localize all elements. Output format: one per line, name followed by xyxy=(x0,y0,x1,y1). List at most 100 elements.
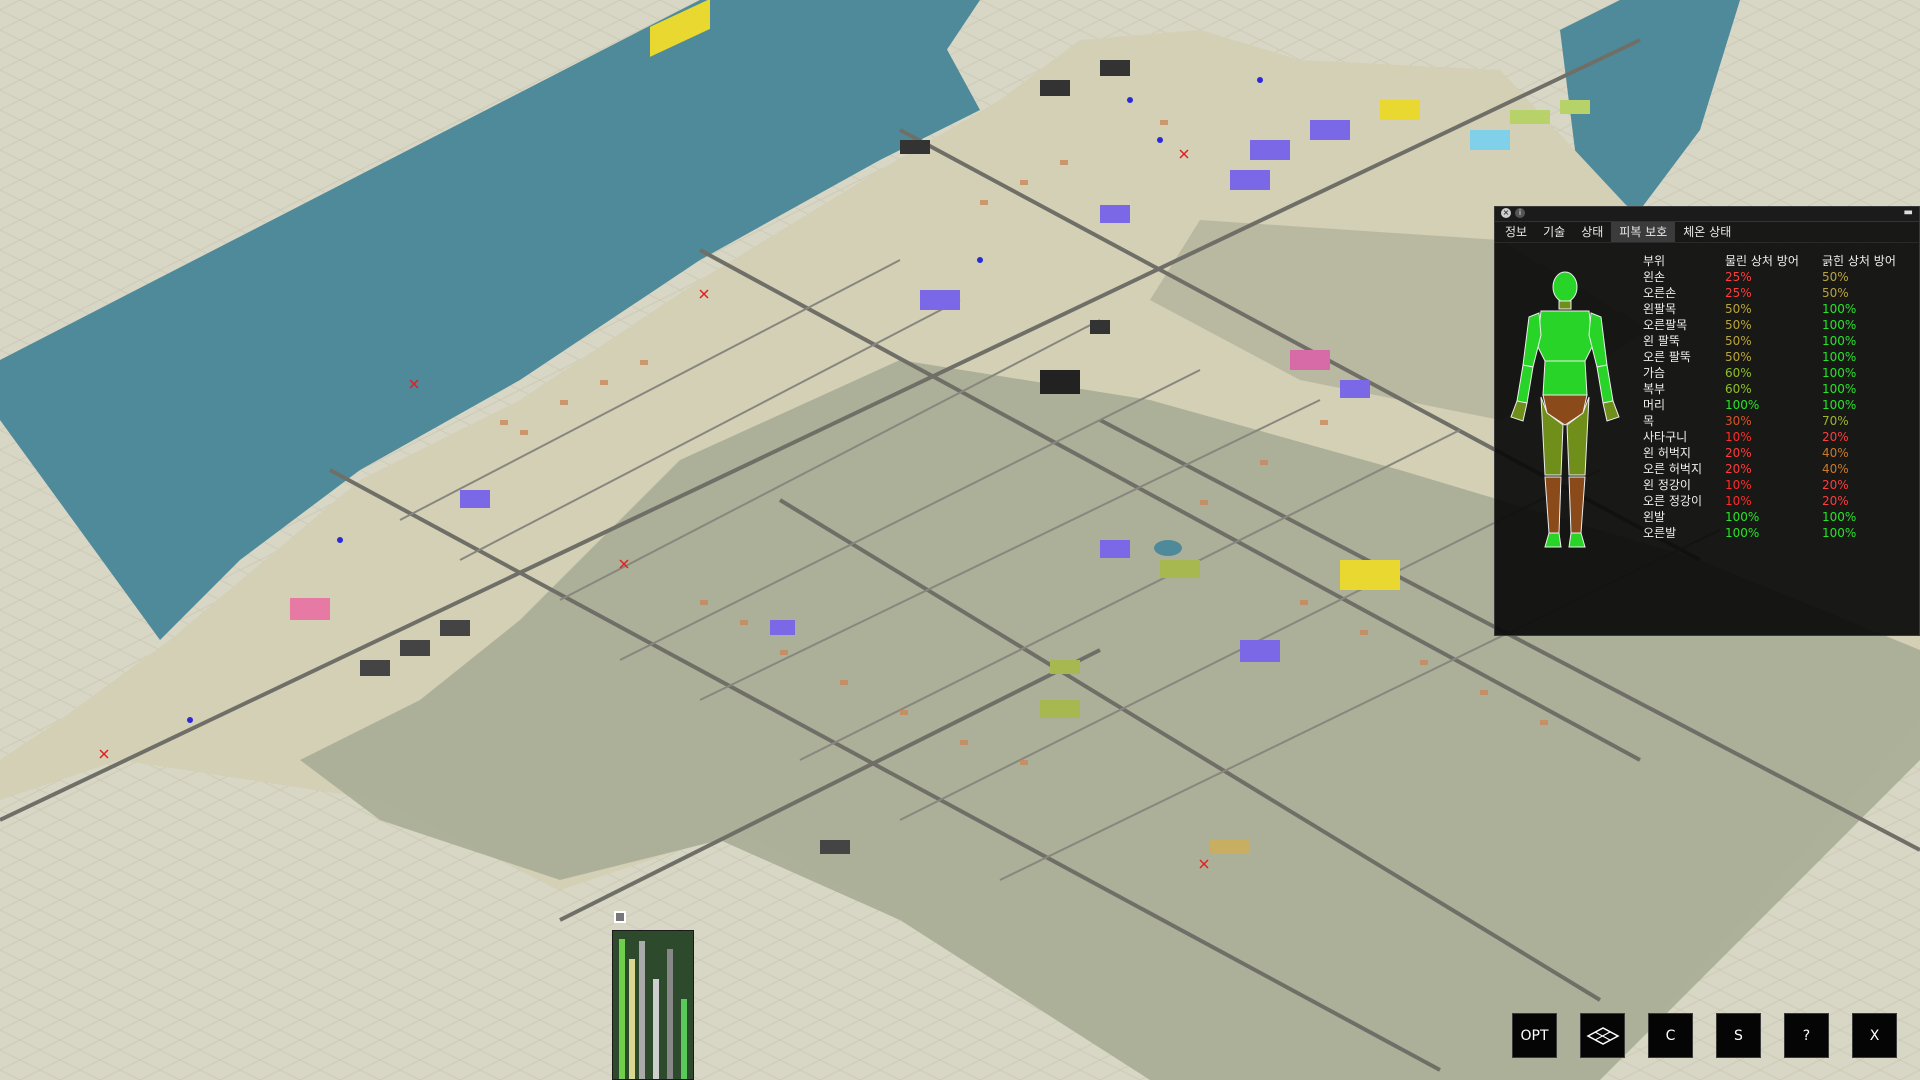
body-part-label: 왼손 xyxy=(1643,270,1666,284)
scratch-defense-value: 100% xyxy=(1822,510,1857,524)
body-part-label: 오른팔목 xyxy=(1643,318,1688,332)
scratch-defense-value: 20% xyxy=(1822,494,1849,508)
scratch-defense-value: 50% xyxy=(1822,270,1849,284)
scratch-defense-value: 100% xyxy=(1822,350,1857,364)
bite-defense-value: 10% xyxy=(1725,430,1752,444)
body-protection-figure xyxy=(1510,271,1620,548)
scratch-defense-value: 40% xyxy=(1822,446,1849,460)
table-row: 머리 100% 100% xyxy=(1643,397,1902,413)
tab-skills[interactable]: 기술 xyxy=(1535,222,1573,242)
character-info-panel: × i ▬ 정보 기술 상태 피복 보호 체온 상태 부위 물린 상처 방어 긁… xyxy=(1494,206,1920,636)
body-right-forearm xyxy=(1596,364,1614,404)
bite-defense-value: 30% xyxy=(1725,414,1752,428)
body-part-label: 가슴 xyxy=(1643,366,1666,380)
scratch-defense-value: 100% xyxy=(1822,398,1857,412)
header-bite: 물린 상처 방어 xyxy=(1725,254,1799,268)
body-right-upper-arm xyxy=(1588,312,1608,368)
bite-defense-value: 50% xyxy=(1725,334,1752,348)
bite-defense-value: 50% xyxy=(1725,302,1752,316)
body-part-label: 왼 허벅지 xyxy=(1643,446,1691,460)
scratch-defense-value: 100% xyxy=(1822,318,1857,332)
bite-defense-value: 100% xyxy=(1725,398,1760,412)
scratch-defense-value: 100% xyxy=(1822,366,1857,380)
player-position-marker xyxy=(614,911,626,923)
map-layers-button[interactable] xyxy=(1580,1013,1625,1058)
tab-clothing-protection[interactable]: 피복 보호 xyxy=(1611,222,1676,242)
body-abdomen xyxy=(1542,360,1588,396)
symbols-button[interactable]: S xyxy=(1716,1013,1761,1058)
scratch-defense-value: 100% xyxy=(1822,526,1857,540)
body-left-hand xyxy=(1510,400,1528,422)
gauge-bar xyxy=(619,939,625,1079)
table-row: 왼 팔뚝 50% 100% xyxy=(1643,333,1902,349)
layers-icon xyxy=(1585,1026,1620,1045)
table-row: 왼발 100% 100% xyxy=(1643,509,1902,525)
table-row: 목 30% 70% xyxy=(1643,413,1902,429)
body-chest xyxy=(1536,310,1594,362)
bite-defense-value: 60% xyxy=(1725,366,1752,380)
body-part-label: 왼팔목 xyxy=(1643,302,1677,316)
table-row: 오른손 25% 50% xyxy=(1643,285,1902,301)
table-row: 왼팔목 50% 100% xyxy=(1643,301,1902,317)
table-row: 오른 팔뚝 50% 100% xyxy=(1643,349,1902,365)
table-row: 오른 정강이 10% 20% xyxy=(1643,493,1902,509)
tab-health[interactable]: 상태 xyxy=(1573,222,1611,242)
bite-defense-value: 60% xyxy=(1725,382,1752,396)
body-left-foot xyxy=(1544,532,1562,548)
header-part: 부위 xyxy=(1643,254,1666,268)
body-part-label: 목 xyxy=(1643,414,1655,428)
gauge-bar xyxy=(639,941,645,1079)
body-part-label: 오른 팔뚝 xyxy=(1643,350,1691,364)
body-right-foot xyxy=(1568,532,1586,548)
options-button[interactable]: OPT xyxy=(1512,1013,1557,1058)
header-scratch: 긁힌 상처 방어 xyxy=(1822,254,1896,268)
scratch-defense-value: 100% xyxy=(1822,382,1857,396)
table-row: 오른발 100% 100% xyxy=(1643,525,1902,541)
table-row: 가슴 60% 100% xyxy=(1643,365,1902,381)
panel-tabs: 정보 기술 상태 피복 보호 체온 상태 xyxy=(1495,222,1919,243)
scratch-defense-value: 100% xyxy=(1822,334,1857,348)
body-right-shin xyxy=(1568,476,1586,534)
table-header: 부위 물린 상처 방어 긁힌 상처 방어 xyxy=(1643,253,1902,269)
body-left-forearm xyxy=(1516,364,1534,404)
close-map-button[interactable]: X xyxy=(1852,1013,1897,1058)
gauge-bar xyxy=(681,999,687,1079)
table-row: 왼 허벅지 20% 40% xyxy=(1643,445,1902,461)
body-part-label: 머리 xyxy=(1643,398,1666,412)
panel-titlebar[interactable]: × i ▬ xyxy=(1495,207,1919,222)
bite-defense-value: 20% xyxy=(1725,446,1752,460)
body-part-label: 왼 정강이 xyxy=(1643,478,1691,492)
bite-defense-value: 10% xyxy=(1725,478,1752,492)
body-part-label: 사타구니 xyxy=(1643,430,1688,444)
help-button[interactable]: ? xyxy=(1784,1013,1829,1058)
body-neck xyxy=(1558,300,1572,310)
game-speed-gauge[interactable] xyxy=(612,930,694,1080)
scratch-defense-value: 40% xyxy=(1822,462,1849,476)
table-row: 오른팔목 50% 100% xyxy=(1643,317,1902,333)
tab-info[interactable]: 정보 xyxy=(1497,222,1535,242)
scratch-defense-value: 70% xyxy=(1822,414,1849,428)
bite-defense-value: 100% xyxy=(1725,526,1760,540)
bite-defense-value: 25% xyxy=(1725,286,1752,300)
protection-table: 부위 물린 상처 방어 긁힌 상처 방어 왼손 25% 50% 오른손 25% 50% 왼팔… xyxy=(1643,253,1902,541)
bite-defense-value: 20% xyxy=(1725,462,1752,476)
bite-defense-value: 10% xyxy=(1725,494,1752,508)
body-right-hand xyxy=(1602,400,1620,422)
tab-temperature[interactable]: 체온 상태 xyxy=(1675,222,1739,242)
body-part-label: 오른 허벅지 xyxy=(1643,462,1703,476)
body-part-label: 복부 xyxy=(1643,382,1666,396)
table-row: 오른 허벅지 20% 40% xyxy=(1643,461,1902,477)
body-left-shin xyxy=(1544,476,1562,534)
info-icon[interactable]: i xyxy=(1515,208,1525,218)
body-head xyxy=(1552,271,1578,303)
bite-defense-value: 50% xyxy=(1725,318,1752,332)
table-row: 사타구니 10% 20% xyxy=(1643,429,1902,445)
character-button[interactable]: C xyxy=(1648,1013,1693,1058)
gauge-bar xyxy=(653,979,659,1079)
close-icon[interactable]: × xyxy=(1501,208,1511,218)
collapse-icon[interactable]: ▬ xyxy=(1904,207,1913,218)
body-part-label: 왼 팔뚝 xyxy=(1643,334,1680,348)
gauge-bar xyxy=(667,949,673,1079)
table-row: 복부 60% 100% xyxy=(1643,381,1902,397)
scratch-defense-value: 100% xyxy=(1822,302,1857,316)
